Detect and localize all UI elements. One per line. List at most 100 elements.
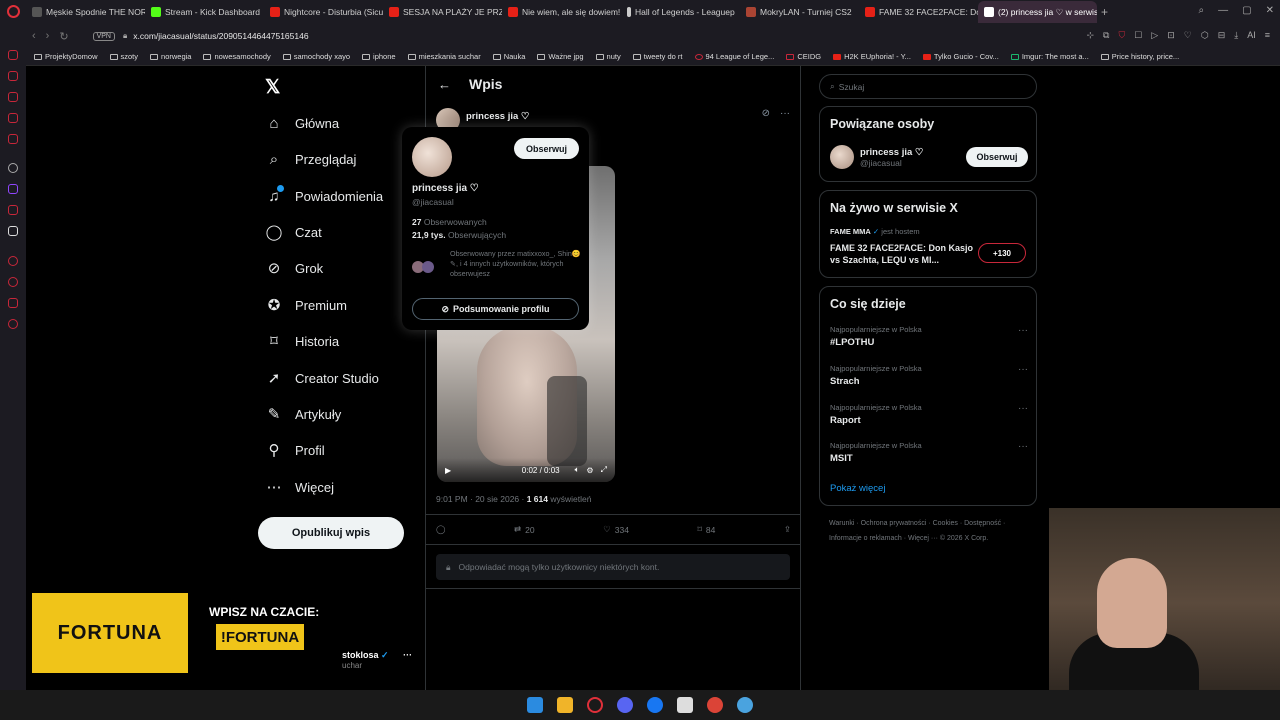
more-icon[interactable]: ··· — [780, 108, 790, 119]
nav-item-grok[interactable]: ⊘ Grok — [265, 258, 323, 278]
bookmark-folder[interactable]: mieszkania suchar — [407, 52, 481, 61]
profile-handle[interactable]: @jiacasual — [412, 197, 454, 207]
bookmark-folder[interactable]: iphone — [362, 52, 396, 61]
clock-icon[interactable] — [8, 277, 18, 287]
bookmark-link[interactable]: Tylko Gucio - Cov... — [922, 52, 999, 61]
facebook-icon[interactable] — [647, 697, 663, 713]
browser-tab[interactable]: MokryLAN - Turniej CS2 — [740, 1, 859, 23]
share-button[interactable]: ⇪ — [784, 524, 791, 535]
avatar[interactable] — [412, 137, 452, 177]
browser-tab-active[interactable]: (2) princess jia ♡ w serwis — [978, 1, 1097, 23]
nav-item-more[interactable]: ⋯ Więcej — [265, 477, 335, 497]
snapshot-icon[interactable]: ⧉ — [1103, 30, 1109, 41]
nav-item-profile[interactable]: ⚲ Profil — [265, 440, 325, 460]
related-person[interactable]: princess jia ♡ @jiacasual Obserwuj — [830, 145, 1028, 169]
twitch-icon[interactable] — [8, 184, 18, 194]
browser-tab[interactable]: Nightcore - Disturbia (Sicu — [264, 1, 383, 23]
vk-icon[interactable] — [8, 113, 18, 123]
bookmark-folder[interactable]: Nauka — [492, 52, 525, 61]
nav-item-articles[interactable]: ✎ Artykuły — [265, 404, 342, 424]
nav-item-notifications[interactable]: ♫ Powiadomienia — [265, 185, 383, 206]
nav-item-history[interactable]: ⌑ Historia — [265, 331, 339, 351]
bookmark-icon[interactable]: ☐ — [1134, 30, 1142, 41]
ai-button[interactable]: AI — [1247, 30, 1256, 41]
menu-icon[interactable]: ≡ — [1265, 30, 1270, 41]
more-icon[interactable]: ··· — [1018, 441, 1028, 452]
extensions-icon[interactable]: ⬡ — [1201, 30, 1209, 41]
bookmark-folder[interactable]: Ważne jpg — [537, 52, 584, 61]
clock-icon[interactable] — [8, 256, 18, 266]
browser-tab[interactable]: Hall of Legends - Leaguep — [621, 1, 740, 23]
maximize-icon[interactable]: ▢ — [1242, 5, 1251, 16]
browser-tab[interactable]: FAME 32 FACE2FACE: Don — [859, 1, 978, 23]
browser-tab[interactable]: Męskie Spodnie THE NORT — [26, 1, 145, 23]
history-icon[interactable] — [8, 71, 18, 81]
settings-icon[interactable]: ⚙ — [586, 466, 593, 475]
bookmark-link[interactable]: Price history, price... — [1100, 52, 1179, 61]
vpn-badge[interactable]: VPN — [92, 31, 115, 41]
more-icon[interactable]: ··· — [1018, 325, 1028, 336]
browser-tab[interactable]: SESJA NA PLAŻY JE PRZE — [383, 1, 502, 23]
messenger-icon[interactable] — [8, 50, 18, 60]
browser-tab[interactable]: Nie wiem, ale się dowiem! — [502, 1, 621, 23]
profile-summary-button[interactable]: ⊘ Podsumowanie profilu — [412, 298, 579, 320]
nav-item-explore[interactable]: ⌕ Przeglądaj — [265, 149, 357, 169]
search-input[interactable]: ⌕ Szukaj — [819, 74, 1037, 99]
heart-icon[interactable]: ♡ — [1184, 30, 1192, 41]
globe-icon[interactable] — [737, 697, 753, 713]
trend-item[interactable]: Najpopularniejsze w Polska Strach ··· — [830, 364, 1028, 387]
bookmark-folder[interactable]: nowesamochody — [203, 52, 271, 61]
wallet-icon[interactable]: ⊡ — [1167, 30, 1175, 41]
more-icon[interactable]: ··· — [403, 650, 412, 660]
bookmark-folder[interactable]: tweety do rt — [632, 52, 683, 61]
new-tab-button[interactable]: + — [1101, 5, 1108, 19]
chat-icon[interactable] — [8, 298, 18, 308]
opera-icon[interactable] — [7, 5, 20, 18]
account-switcher[interactable]: stoklosa ✓ ··· uchar — [342, 650, 412, 670]
back-arrow-icon[interactable]: ← — [438, 77, 451, 92]
bookmark-link[interactable]: CEIDG — [786, 52, 821, 61]
shield-icon[interactable]: ⛉ — [1118, 30, 1125, 41]
bookmark-folder[interactable]: norwegia — [150, 52, 191, 61]
chrome-icon[interactable] — [707, 697, 723, 713]
grok-icon[interactable]: ⊘ — [762, 108, 770, 119]
minimize-icon[interactable]: — — [1218, 5, 1228, 16]
post-timestamp[interactable]: 9:01 PM · 20 sie 2026 · — [436, 494, 527, 504]
back-icon[interactable]: ‹ — [32, 30, 36, 42]
browser-tab[interactable]: Stream - Kick Dashboard — [145, 1, 264, 23]
follow-button[interactable]: Obserwuj — [514, 138, 579, 159]
percent-icon[interactable] — [8, 205, 18, 215]
bookmark-folder[interactable]: samochody xayo — [282, 52, 350, 61]
trend-item[interactable]: Najpopularniejsze w Polska MSIT ··· — [830, 441, 1028, 464]
wallet-icon[interactable] — [8, 92, 18, 102]
chatgpt-icon[interactable] — [8, 163, 18, 173]
show-more-link[interactable]: Pokaż więcej — [830, 483, 885, 494]
live-listeners-badge[interactable]: +130 — [978, 243, 1026, 263]
nav-item-creator-studio[interactable]: ➚ Creator Studio — [265, 368, 379, 388]
retweet-button[interactable]: ⇄ 20 — [514, 524, 535, 535]
reply-button[interactable]: ◯ — [436, 524, 446, 535]
gear-icon[interactable] — [8, 319, 18, 329]
nav-item-home[interactable]: ⌂ Główna — [265, 113, 339, 133]
avatar[interactable] — [830, 145, 854, 169]
fullscreen-icon[interactable]: ⤢ — [601, 465, 607, 475]
author-name[interactable]: princess jia ♡ — [466, 111, 529, 122]
x-sidebar-icon[interactable] — [8, 226, 18, 236]
bookmark-folder[interactable]: ProjektyDomow — [34, 52, 98, 61]
screenshot-icon[interactable]: ⊟ — [1218, 30, 1226, 41]
download-icon[interactable]: ⤓ — [1234, 30, 1238, 41]
nav-item-chat[interactable]: ◯ Czat — [265, 222, 322, 242]
following-stat[interactable]: 27 Obserwowanych — [412, 217, 487, 227]
followers-stat[interactable]: 21,9 tys. Obserwujących — [412, 230, 506, 240]
bookmark-link[interactable]: 94 League of Lege... — [694, 52, 774, 61]
file-explorer-icon[interactable] — [557, 697, 573, 713]
url-field[interactable]: x.com/jiacasual/status/20905144644751651… — [133, 31, 308, 41]
follow-button[interactable]: Obserwuj — [966, 147, 1028, 167]
x-logo[interactable]: 𝕏 — [265, 76, 280, 99]
more-icon[interactable]: ··· — [1018, 364, 1028, 375]
trend-item[interactable]: Najpopularniejsze w Polska #LPOTHU ··· — [830, 325, 1028, 348]
forward-icon[interactable]: › — [46, 30, 50, 42]
nav-item-premium[interactable]: ✪ Premium — [265, 295, 347, 315]
bookmark-button[interactable]: ⌑ 84 — [697, 524, 715, 535]
more-icon[interactable]: ··· — [1018, 403, 1028, 414]
